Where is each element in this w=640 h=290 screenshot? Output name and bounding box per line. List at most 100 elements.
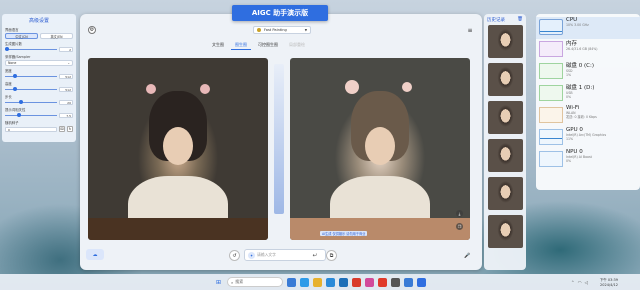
history-thumb[interactable] (487, 63, 523, 96)
height-input[interactable]: 512 (59, 87, 73, 92)
gpu-graph (539, 129, 563, 145)
flower-icon (345, 80, 359, 94)
chevron-down-icon: ⌄ (67, 61, 70, 65)
send-icon[interactable]: ↵ (308, 249, 322, 261)
taskbar-search[interactable]: ⌕ 搜索 (227, 277, 283, 287)
menu-icon[interactable]: ≡ (466, 26, 474, 34)
tm-row-npu[interactable]: NPU 0 Intel(R) AI Boost 0% (539, 149, 637, 171)
advanced-settings-panel: 高级设置 界面语言 中文(CN 英文(EN 生成图片数 2 采样器/Sample… (2, 14, 76, 142)
history-panel: 历史记录 🗑 (484, 14, 526, 270)
app-icon[interactable] (287, 277, 296, 287)
width-label: 宽度 (5, 69, 12, 73)
app-icon[interactable] (300, 277, 309, 287)
graph-line (540, 31, 562, 32)
tab-inpaint[interactable]: 局部重绘 (285, 41, 309, 50)
search-icon: ⌕ (231, 279, 234, 285)
save-icon[interactable]: ⤓ (456, 210, 463, 217)
flower-icon (146, 84, 156, 94)
strength-input[interactable]: 7.5 (59, 113, 73, 118)
speaker-icon[interactable]: ◁ (585, 281, 588, 286)
steps-input[interactable]: 2 (59, 47, 73, 52)
sampler-select[interactable]: None ⌄ (5, 60, 73, 66)
tm-row-wifi[interactable]: Wi-Fi WLAN 发送: 0 接收: 0 Kbps (539, 105, 637, 127)
history-title: 历史记录 (487, 18, 505, 23)
tm-sub: USB 0% (566, 91, 573, 99)
task-manager-panel: CPU 10% 3.00 GHz 内存 26.4/31.6 GB (84%) 磁盘 … (536, 14, 640, 190)
assistant-icon: ✦ (248, 252, 255, 259)
strength-label: 提示词相关性 (5, 108, 26, 112)
tab-text2img[interactable]: 文生图 (208, 41, 228, 50)
microphone-icon[interactable]: 🎤 (462, 250, 473, 261)
slider-knob[interactable] (13, 87, 17, 92)
history-thumb[interactable] (487, 101, 523, 134)
settings-title: 高级设置 (28, 18, 49, 24)
image-caption: AI生成 仅供娱乐 请勿用于商业 (320, 231, 368, 236)
divider-strip (274, 64, 284, 214)
app-icon[interactable] (404, 277, 413, 287)
flower-icon (402, 82, 412, 92)
height-slider[interactable] (5, 87, 57, 92)
slider-knob[interactable] (17, 113, 21, 118)
slider-knob[interactable] (19, 100, 23, 105)
chevron-down-icon: ▼ (304, 28, 307, 32)
slider-knob[interactable] (13, 74, 17, 79)
sampler-value: None (8, 61, 17, 65)
width-slider[interactable] (5, 74, 57, 79)
tm-sub: Intel(R) Arc(TM) Graphics 11% (566, 133, 607, 141)
app-icon[interactable] (352, 277, 361, 287)
tm-name: 内存 (566, 41, 578, 47)
chat-mode-button[interactable]: ☁ (86, 249, 104, 260)
history-thumb[interactable] (487, 177, 523, 210)
gear-icon[interactable]: ⚙ (88, 26, 96, 34)
tm-row-disk0[interactable]: 磁盘 0 (C:) SSD 1% (539, 61, 637, 83)
tab-img2img[interactable]: 图生图 (231, 41, 251, 50)
tm-row-gpu[interactable]: GPU 0 Intel(R) Arc(TM) Graphics 11% (539, 127, 637, 149)
history-thumb[interactable] (487, 215, 523, 248)
tm-sub: Intel(R) AI Boost 0% (566, 155, 592, 163)
tm-row-memory[interactable]: 内存 26.4/31.6 GB (84%) (539, 39, 637, 61)
seed-input[interactable]: 0 (5, 126, 57, 132)
slider-knob[interactable] (5, 47, 9, 52)
memory-graph (539, 41, 563, 57)
app-icon[interactable] (378, 277, 387, 287)
clock[interactable]: 下午 03:39 2024/4/12 (600, 278, 618, 288)
history-back-icon[interactable]: ↺ (229, 250, 240, 261)
dice-icon[interactable]: ⚄ (59, 126, 65, 132)
generated-image[interactable] (290, 58, 470, 240)
wifi-icon[interactable]: ◠ (578, 281, 582, 286)
width-input[interactable]: 512 (59, 74, 73, 79)
app-icon[interactable] (339, 277, 348, 287)
cfg-label: 步长 (5, 95, 12, 99)
style-select[interactable]: Fast Painting ▼ (253, 26, 311, 34)
prompt-placeholder: 请输入文字 (257, 252, 276, 257)
windows-start-icon[interactable]: ⊞ (214, 278, 223, 287)
source-image[interactable] (88, 58, 268, 240)
refresh-icon[interactable]: ↻ (67, 126, 73, 132)
tm-row-disk1[interactable]: 磁盘 1 (D:) USB 0% (539, 83, 637, 105)
tm-row-cpu[interactable]: CPU 10% 3.00 GHz (536, 17, 640, 39)
face-shape (365, 127, 395, 166)
cfg-input[interactable]: 20 (59, 100, 73, 105)
strength-slider[interactable] (5, 113, 57, 118)
app-icon[interactable] (365, 277, 374, 287)
chevron-up-icon[interactable]: ⌃ (571, 281, 575, 286)
top-toolbar: ⚙ Fast Painting ▼ ≡ (88, 26, 478, 38)
taskbar: ⊞ ⌕ 搜索 (0, 274, 640, 290)
app-icon[interactable] (417, 277, 426, 287)
disk0-graph (539, 63, 563, 79)
history-thumb[interactable] (487, 25, 523, 58)
lang-option-cn[interactable]: 中文(CN (5, 33, 38, 39)
app-icon[interactable] (391, 277, 400, 287)
lang-option-en[interactable]: 英文(EN (40, 33, 73, 39)
image-upload-icon[interactable]: ⧉ (326, 250, 337, 261)
tab-controlnet[interactable]: 可控图生图 (254, 41, 282, 50)
app-icon[interactable] (326, 277, 335, 287)
cfg-slider[interactable] (5, 100, 57, 105)
tm-name: 磁盘 1 (D:) (566, 85, 595, 91)
trash-icon[interactable]: 🗑 (517, 17, 523, 23)
folder-icon[interactable] (313, 277, 322, 287)
steps-slider[interactable] (5, 47, 57, 52)
wifi-graph (539, 107, 563, 123)
history-thumb[interactable] (487, 139, 523, 172)
copy-icon[interactable]: ❐ (456, 223, 463, 230)
